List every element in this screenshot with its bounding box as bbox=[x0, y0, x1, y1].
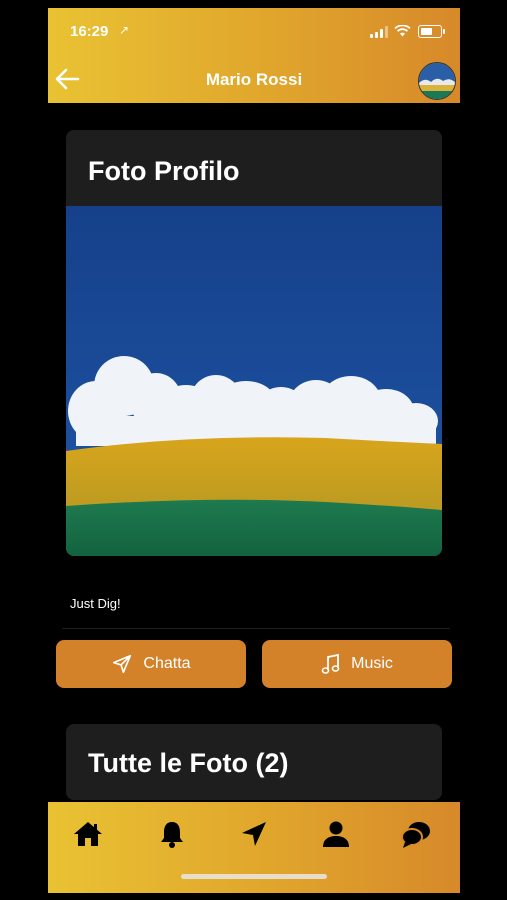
bio-text: Just Dig! bbox=[70, 596, 121, 611]
all-photos-title: Tutte le Foto (2) bbox=[88, 748, 289, 778]
card-title: Foto Profilo bbox=[88, 156, 240, 186]
chat-button[interactable]: Chatta bbox=[56, 640, 246, 688]
status-time: 16:29 bbox=[70, 23, 109, 40]
profile-avatar[interactable] bbox=[418, 62, 456, 100]
navigation-icon[interactable] bbox=[238, 818, 270, 850]
music-button-label: Music bbox=[351, 655, 393, 672]
tab-bar bbox=[48, 802, 460, 893]
top-bar: 16:29 ↗ Mario Rossi bbox=[48, 8, 460, 103]
app-screen: 16:29 ↗ Mario Rossi Foto Profilo Just Di… bbox=[48, 8, 460, 893]
profile-photo-card: Foto Profilo bbox=[66, 130, 442, 556]
home-indicator bbox=[181, 874, 327, 879]
location-icon: ↗ bbox=[119, 23, 130, 37]
divider bbox=[62, 628, 450, 629]
chat-bubbles-icon[interactable] bbox=[400, 818, 432, 850]
header-title: Mario Rossi bbox=[205, 70, 303, 89]
music-button[interactable]: Music bbox=[262, 640, 452, 688]
profile-photo[interactable] bbox=[66, 206, 442, 556]
all-photos-card[interactable]: Tutte le Foto (2) bbox=[66, 724, 442, 800]
wifi-icon bbox=[394, 25, 411, 37]
person-icon[interactable] bbox=[320, 818, 352, 850]
chat-button-label: Chatta bbox=[143, 655, 191, 672]
music-note-icon bbox=[321, 653, 340, 674]
status-bar: 16:29 ↗ bbox=[48, 8, 460, 48]
battery-icon bbox=[418, 25, 445, 38]
home-icon[interactable] bbox=[72, 818, 104, 850]
card-header: Foto Profilo bbox=[66, 130, 442, 206]
bell-icon[interactable] bbox=[156, 818, 188, 850]
cellular-signal-icon bbox=[370, 26, 388, 38]
send-icon bbox=[113, 654, 132, 674]
